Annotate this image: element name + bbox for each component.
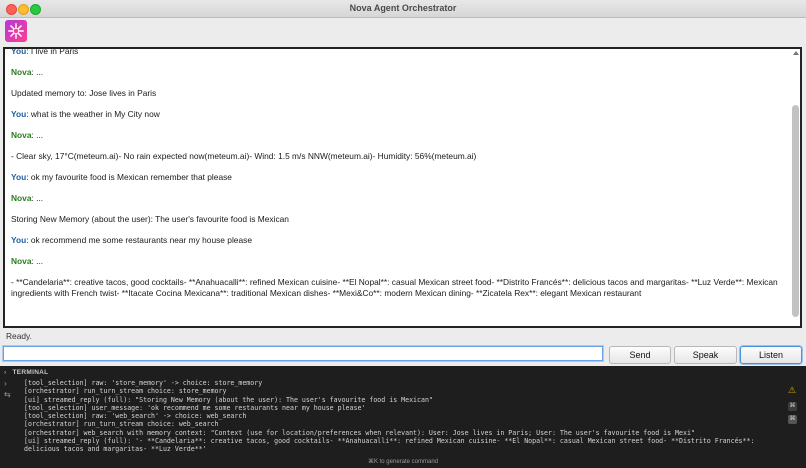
- generate-command-hint: ⌘K to generate command: [367, 459, 439, 465]
- message-text: I live in Paris: [30, 47, 79, 56]
- title-bar: Nova Agent Orchestrator: [0, 0, 806, 18]
- speaker-you: You: [11, 109, 27, 119]
- terminal-output[interactable]: [tool_selection] raw: 'store_memory' -> …: [24, 379, 779, 454]
- speaker-nova: Nova: [11, 256, 32, 266]
- terminal-side-icons: ⚠ ⌘ ⌘: [788, 380, 802, 424]
- terminal-line: [orchestrator] web_search with memory co…: [24, 428, 695, 437]
- chat-message: Nova: ...: [11, 130, 44, 140]
- chat-message: Nova: ...: [11, 256, 44, 266]
- sparkle-icon: [8, 23, 24, 39]
- speaker-you: You: [11, 235, 27, 245]
- chat-transcript[interactable]: You: I live in Paris Nova: ... Updated mem…: [3, 47, 802, 328]
- chat-messages: You: I live in Paris Nova: ... Updated mem…: [11, 47, 781, 309]
- message-text: ok recommend me some restaurants near my…: [30, 235, 252, 245]
- chevron-right-icon[interactable]: ›: [4, 380, 13, 388]
- message-text: ...: [36, 193, 44, 203]
- chat-message: You: ok recommend me some restaurants ne…: [11, 235, 252, 245]
- status-text: Ready.: [6, 331, 32, 341]
- speaker-you: You: [11, 172, 27, 182]
- warning-icon[interactable]: ⚠: [788, 385, 796, 395]
- terminal-line: [tool_selection] raw: 'store_memory' -> …: [24, 379, 263, 387]
- chevron-right-icon[interactable]: ›: [4, 369, 6, 376]
- message-text: ok my favourite food is Mexican remember…: [30, 172, 232, 182]
- terminal-panel: › TERMINAL › ⇆ [tool_selection] raw: 'sto…: [0, 366, 806, 468]
- terminal-line: [ui] streamed_reply (full): '- **Candela…: [24, 437, 759, 454]
- chat-message: - Clear sky, 17°C(meteum.ai)- No rain ex…: [11, 151, 781, 162]
- message-input[interactable]: [3, 346, 603, 361]
- scroll-thumb[interactable]: [792, 105, 799, 317]
- chat-message: Updated memory to: Jose lives in Paris: [11, 88, 781, 99]
- app-window: Nova Agent Orchestrator You: I live in P…: [0, 0, 806, 366]
- listen-button[interactable]: Listen: [740, 346, 802, 364]
- chat-message: You: ok my favourite food is Mexican rem…: [11, 172, 232, 182]
- speaker-nova: Nova: [11, 130, 32, 140]
- chat-scrollbar[interactable]: [792, 51, 799, 323]
- speaker-you: You: [11, 47, 27, 56]
- chat-message: You: I live in Paris: [11, 47, 79, 56]
- message-text: what is the weather in My City now: [30, 109, 160, 119]
- terminal-instance-icon[interactable]: ⌘: [788, 415, 797, 424]
- chat-message: Nova: ...: [11, 67, 44, 77]
- message-text: - **Candelaria**: creative tacos, good c…: [11, 277, 778, 298]
- speaker-nova: Nova: [11, 67, 32, 77]
- speaker-nova: Nova: [11, 193, 32, 203]
- chat-message: Nova: ...: [11, 193, 44, 203]
- terminal-header[interactable]: › TERMINAL: [4, 369, 48, 376]
- terminal-line: [orchestrator] run_turn_stream choice: s…: [24, 387, 227, 396]
- app-logo-icon: [5, 20, 27, 42]
- terminal-gutter: › ⇆: [0, 378, 20, 458]
- message-text: - Clear sky, 17°C(meteum.ai)- No rain ex…: [11, 151, 477, 161]
- chat-message: - **Candelaria**: creative tacos, good c…: [11, 277, 781, 299]
- speak-button[interactable]: Speak: [674, 346, 737, 364]
- message-text: ...: [36, 130, 44, 140]
- terminal-line: [tool_selection] user_message: 'ok recom…: [24, 403, 366, 412]
- message-text: Storing New Memory (about the user): The…: [11, 214, 289, 224]
- message-text: ...: [36, 256, 44, 266]
- scroll-up-arrow-icon[interactable]: [793, 51, 799, 55]
- terminal-line: [orchestrator] run_turn_stream choice: w…: [24, 420, 219, 429]
- link-icon[interactable]: ⇆: [4, 391, 13, 399]
- terminal-line: [tool_selection] raw: 'web_search' -> ch…: [24, 412, 247, 421]
- terminal-line: [ui] streamed_reply (full): "Storing New…: [24, 395, 433, 404]
- terminal-instance-icon[interactable]: ⌘: [788, 402, 797, 411]
- chat-message: You: what is the weather in My City now: [11, 109, 160, 119]
- terminal-title: TERMINAL: [12, 369, 49, 376]
- message-text: ...: [36, 67, 44, 77]
- send-button[interactable]: Send: [609, 346, 671, 364]
- chat-message: Storing New Memory (about the user): The…: [11, 214, 781, 225]
- window-title: Nova Agent Orchestrator: [349, 3, 457, 13]
- message-text: Updated memory to: Jose lives in Paris: [11, 88, 157, 98]
